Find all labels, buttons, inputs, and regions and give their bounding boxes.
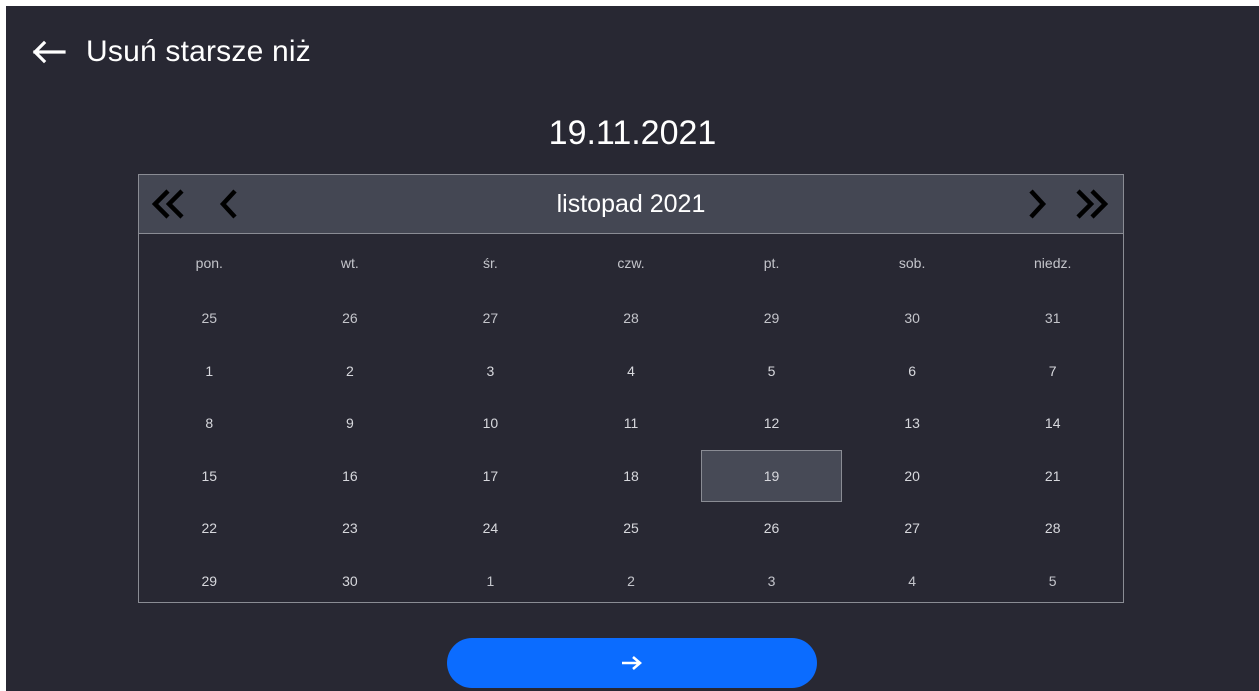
calendar-day[interactable]: 1 (139, 345, 280, 398)
screen: Usuń starsze niż 19.11.2021 listopad 202… (6, 6, 1259, 691)
calendar-day[interactable]: 5 (701, 345, 842, 398)
weekday-label: śr. (483, 255, 498, 271)
calendar-day[interactable]: 15 (139, 450, 280, 503)
chevron-left-icon (219, 189, 237, 219)
selected-date-display: 19.11.2021 (548, 114, 717, 152)
weekday-label: wt. (340, 255, 359, 271)
calendar-day-selected[interactable]: 19 (701, 449, 842, 502)
calendar-day[interactable]: 2 (561, 555, 702, 608)
calendar-day[interactable]: 17 (420, 450, 561, 503)
calendar-day[interactable]: 30 (280, 555, 421, 608)
weekday-label: pon. (195, 255, 223, 271)
calendar-day[interactable]: 25 (139, 292, 280, 345)
calendar: listopad 2021 pon. wt. śr. czw. pt. sob.… (138, 174, 1124, 603)
month-label: listopad 2021 (556, 190, 706, 218)
calendar-day[interactable]: 18 (561, 450, 702, 503)
calendar-day[interactable]: 5 (982, 555, 1123, 608)
calendar-day[interactable]: 29 (701, 292, 842, 345)
chevron-right-icon (1029, 189, 1047, 219)
calendar-day[interactable]: 11 (561, 397, 702, 450)
previous-month-button[interactable] (207, 175, 251, 233)
calendar-day[interactable]: 26 (280, 292, 421, 345)
calendar-day[interactable]: 4 (842, 555, 983, 608)
arrow-right-icon (622, 656, 642, 670)
calendar-header: listopad 2021 (139, 175, 1123, 234)
calendar-day[interactable]: 27 (420, 292, 561, 345)
calendar-day[interactable]: 30 (842, 292, 983, 345)
previous-year-button[interactable] (147, 175, 191, 233)
calendar-day[interactable]: 28 (561, 292, 702, 345)
calendar-day[interactable]: 14 (982, 397, 1123, 450)
calendar-day[interactable]: 13 (842, 397, 983, 450)
calendar-day[interactable]: 22 (139, 502, 280, 555)
calendar-day[interactable]: 7 (982, 345, 1123, 398)
weekday-label: pt. (763, 255, 780, 271)
page-header: Usuń starsze niż (30, 32, 311, 72)
calendar-day[interactable]: 24 (420, 502, 561, 555)
calendar-day[interactable]: 3 (420, 345, 561, 398)
next-year-button[interactable] (1069, 175, 1113, 233)
calendar-day[interactable]: 31 (982, 292, 1123, 345)
calendar-day[interactable]: 16 (280, 450, 421, 503)
calendar-day[interactable]: 23 (280, 502, 421, 555)
calendar-day[interactable]: 4 (561, 345, 702, 398)
calendar-day[interactable]: 9 (280, 397, 421, 450)
calendar-day[interactable]: 10 (420, 397, 561, 450)
calendar-day[interactable]: 29 (139, 555, 280, 608)
weekday-label: sob. (898, 255, 926, 271)
calendar-day[interactable]: 27 (842, 502, 983, 555)
next-button[interactable] (447, 638, 817, 688)
calendar-day[interactable]: 3 (701, 555, 842, 608)
double-chevron-right-icon (1076, 189, 1109, 219)
arrow-left-icon (32, 40, 66, 64)
calendar-day[interactable]: 12 (701, 397, 842, 450)
calendar-day[interactable]: 6 (842, 345, 983, 398)
next-month-button[interactable] (1015, 175, 1059, 233)
calendar-day[interactable]: 26 (701, 502, 842, 555)
calendar-day[interactable]: 21 (982, 450, 1123, 503)
calendar-day[interactable]: 28 (982, 502, 1123, 555)
calendar-day[interactable]: 8 (139, 397, 280, 450)
weekday-label: niedz. (1034, 255, 1072, 271)
calendar-day[interactable]: 25 (561, 502, 702, 555)
back-button[interactable] (30, 32, 74, 72)
calendar-day[interactable]: 20 (842, 450, 983, 503)
calendar-grid: pon. wt. śr. czw. pt. sob. niedz. 25 26 … (139, 234, 1123, 607)
page-title: Usuń starsze niż (86, 35, 311, 68)
double-chevron-left-icon (151, 189, 184, 219)
calendar-day[interactable]: 2 (280, 345, 421, 398)
calendar-day[interactable]: 1 (420, 555, 561, 608)
weekday-label: czw. (617, 255, 645, 271)
